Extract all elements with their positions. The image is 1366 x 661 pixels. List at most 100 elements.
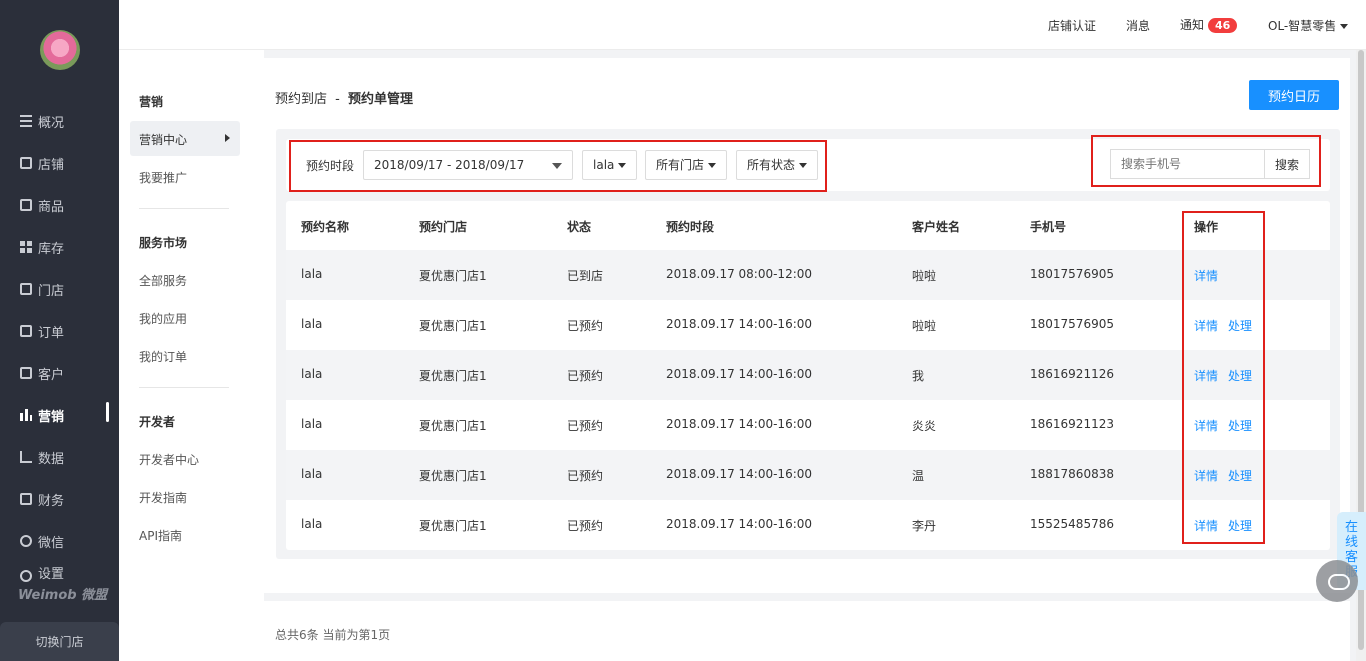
cell-name: lala [301,467,323,481]
cell-customer: 我 [912,369,925,383]
breadcrumb-current: 预约单管理 [348,92,414,107]
search-button[interactable]: 搜索 [1264,149,1310,179]
cell-period: 2018.09.17 14:00-16:00 [666,467,813,481]
store-select[interactable]: 所有门店 [645,150,728,180]
process-link[interactable]: 处理 [1228,367,1252,384]
top-header: 店铺认证 消息 通知 46 OL-智慧零售 [119,0,1366,50]
cell-name: lala [301,367,323,381]
cell-period: 2018.09.17 14:00-16:00 [666,417,813,431]
caret-right-icon [225,134,230,142]
main-panel: 预约到店 - 预约单管理 预约日历 预约时段 2018/09/17 - 2018… [264,58,1350,593]
nav-item-order[interactable]: 订单 [0,310,119,352]
secondary-menu: 营销 营销中心 我要推广 服务市场 全部服务 我的应用 我的订单 开发者 开发者… [119,0,264,661]
submenu-item-label: 营销中心 [139,133,188,147]
status-select-value: 所有状态 [747,158,796,172]
nav-item-settings[interactable]: 设置 [0,562,119,582]
table-header-row: 预约名称 预约门店 状态 预约时段 客户姓名 手机号 操作 [286,201,1330,251]
submenu-item-my-promotion[interactable]: 我要推广 [139,169,187,186]
detail-link[interactable]: 详情 [1194,317,1218,334]
cell-status: 已预约 [567,469,604,483]
submenu-item-all-services[interactable]: 全部服务 [139,272,187,289]
cell-customer: 啦啦 [912,319,937,333]
col-header: 操作 [1194,220,1219,234]
cell-status: 已预约 [567,419,604,433]
nav-item-inventory[interactable]: 库存 [0,226,119,268]
cell-customer: 李丹 [912,519,937,533]
nav-item-shop[interactable]: 门店 [0,268,119,310]
detail-link[interactable]: 详情 [1194,367,1218,384]
goods-icon [20,199,32,211]
process-link[interactable]: 处理 [1228,417,1252,434]
nav-item-wechat[interactable]: 微信 [0,520,119,562]
detail-link[interactable]: 详情 [1194,467,1218,484]
notice-count-badge: 46 [1208,18,1238,33]
cloud-icon[interactable] [1316,560,1358,602]
table-row: lala 夏优惠门店1 已预约 2018.09.17 14:00-16:00 炎… [286,400,1330,450]
submenu-item-my-apps[interactable]: 我的应用 [139,310,187,327]
submenu-item-developer-center[interactable]: 开发者中心 [139,451,199,468]
notice-link[interactable]: 通知 46 [1180,16,1238,33]
phone-search-input[interactable] [1110,149,1266,179]
account-menu[interactable]: OL-智慧零售 [1268,17,1349,34]
detail-link[interactable]: 详情 [1194,517,1218,534]
breadcrumb-parent[interactable]: 预约到店 [275,92,327,107]
nav-item-customer[interactable]: 客户 [0,352,119,394]
nav-item-marketing[interactable]: 营销 [0,394,119,436]
name-select-value: lala [593,158,615,172]
date-range-value: 2018/09/17 - 2018/09/17 [374,158,525,172]
cell-phone: 18616921123 [1030,417,1114,431]
submenu-divider [139,387,229,388]
cell-period: 2018.09.17 14:00-16:00 [666,517,813,531]
cell-status: 已预约 [567,519,604,533]
notice-label: 通知 [1180,18,1205,32]
status-select[interactable]: 所有状态 [736,150,819,180]
table-row: lala 夏优惠门店1 已预约 2018.09.17 14:00-16:00 啦… [286,300,1330,350]
col-header: 客户姓名 [912,220,961,234]
cell-phone: 18017576905 [1030,267,1114,281]
store-icon [20,157,32,169]
table-row: lala 夏优惠门店1 已到店 2018.09.17 08:00-12:00 啦… [286,250,1330,300]
cell-name: lala [301,517,323,531]
pagination-footer: 总共6条 当前为第1页 [264,601,1350,661]
inventory-icon [20,241,32,253]
store-cert-link[interactable]: 店铺认证 [1048,17,1096,34]
cell-customer: 啦啦 [912,269,937,283]
col-header: 预约门店 [419,220,468,234]
data-icon [20,451,32,463]
switch-store-button[interactable]: 切换门店 [0,622,119,661]
cell-period: 2018.09.17 08:00-12:00 [666,267,813,281]
appointment-table: 预约名称 预约门店 状态 预约时段 客户姓名 手机号 操作 lala 夏优惠门店… [286,201,1330,550]
process-link[interactable]: 处理 [1228,317,1252,334]
name-select[interactable]: lala [582,150,638,180]
submenu-item-api-guide[interactable]: API指南 [139,527,182,544]
caret-down-icon [552,163,562,169]
process-link[interactable]: 处理 [1228,517,1252,534]
nav-item-store[interactable]: 店铺 [0,142,119,184]
main-sidebar: 概况 店铺 商品 库存 门店 订单 客户 营销 数据 财务 微信 设置 Weim… [0,0,119,661]
cell-phone: 18616921126 [1030,367,1114,381]
store-avatar[interactable] [40,30,80,70]
process-link[interactable]: 处理 [1228,467,1252,484]
detail-link[interactable]: 详情 [1194,267,1218,284]
messages-link[interactable]: 消息 [1126,17,1150,34]
cell-customer: 炎炎 [912,419,937,433]
date-range-picker[interactable]: 2018/09/17 - 2018/09/17 [363,150,573,180]
nav-item-goods[interactable]: 商品 [0,184,119,226]
nav-item-finance[interactable]: 财务 [0,478,119,520]
table-row: lala 夏优惠门店1 已预约 2018.09.17 14:00-16:00 温… [286,450,1330,500]
chevron-down-icon [618,163,627,168]
submenu-item-my-orders[interactable]: 我的订单 [139,348,187,365]
weimob-logo: Weimob 微盟 [18,588,108,603]
cell-name: lala [301,417,323,431]
appointment-calendar-button[interactable]: 预约日历 [1249,80,1339,110]
col-header: 预约名称 [301,220,350,234]
nav-item-data[interactable]: 数据 [0,436,119,478]
cell-store: 夏优惠门店1 [419,269,487,283]
detail-link[interactable]: 详情 [1194,417,1218,434]
nav-item-overview[interactable]: 概况 [0,100,119,142]
cell-status: 已预约 [567,369,604,383]
chevron-down-icon [708,163,717,168]
submenu-item-developer-guide[interactable]: 开发指南 [139,489,187,506]
submenu-item-marketing-center[interactable]: 营销中心 [130,121,240,156]
col-header: 预约时段 [666,220,715,234]
